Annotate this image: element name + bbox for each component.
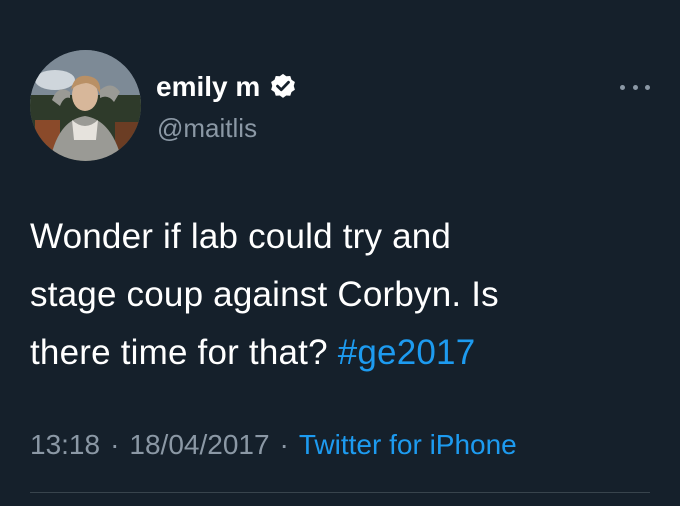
divider xyxy=(30,492,650,493)
hashtag-link[interactable]: #ge2017 xyxy=(338,333,476,372)
dot xyxy=(645,84,650,90)
author-name-row[interactable]: emily m xyxy=(156,70,298,104)
tweet-line-with-hashtag: there time for that? #ge2017 xyxy=(30,324,650,382)
dot xyxy=(620,84,625,90)
dot xyxy=(632,84,638,90)
tweet-date[interactable]: 18/04/2017 xyxy=(129,429,269,460)
user-handle[interactable]: @maitlis xyxy=(157,112,257,144)
tweet-meta: 13:18 · 18/04/2017 · Twitter for iPhone xyxy=(30,428,517,462)
tweet-card: emily m @maitlis Wonder if lab could try… xyxy=(0,0,680,506)
tweet-time[interactable]: 13:18 xyxy=(30,429,100,460)
avatar-photo-icon xyxy=(30,50,141,161)
tweet-line: Wonder if lab could try and xyxy=(30,217,452,256)
tweet-line: there time for that? xyxy=(30,333,328,372)
tweet-text: Wonder if lab could try and stage coup a… xyxy=(30,208,650,382)
tweet-source-link[interactable]: Twitter for iPhone xyxy=(299,429,517,460)
verified-badge-icon xyxy=(268,72,298,102)
separator: · xyxy=(110,429,120,460)
avatar[interactable] xyxy=(30,50,141,161)
tweet-line: stage coup against Corbyn. Is xyxy=(30,275,499,314)
display-name[interactable]: emily m xyxy=(156,70,260,104)
more-options-icon[interactable] xyxy=(620,80,650,94)
separator: · xyxy=(279,429,289,460)
